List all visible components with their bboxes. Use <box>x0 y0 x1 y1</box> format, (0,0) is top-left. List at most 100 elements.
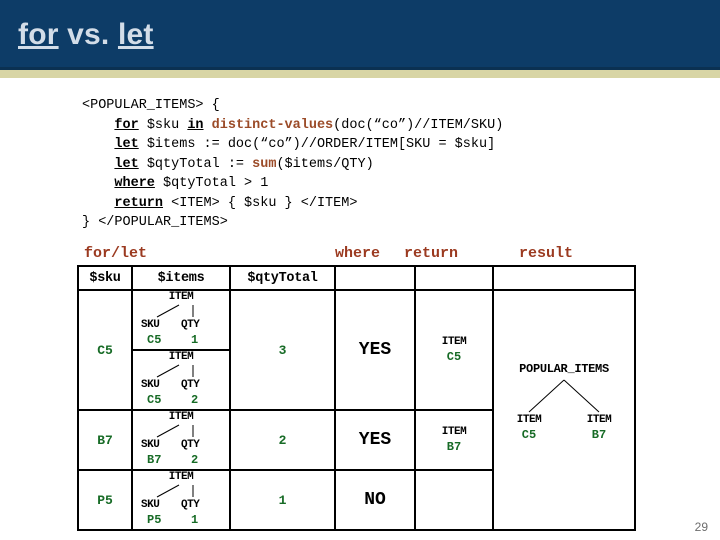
title-part-0: for <box>18 18 59 51</box>
code-text: } </POPULAR_ITEMS> <box>82 215 228 230</box>
tree-child-label-qty: QTY <box>181 379 200 391</box>
tree-child-value-sku: B7 <box>147 453 162 467</box>
code-line: return <ITEM> { $sku } </ITEM> <box>82 194 622 214</box>
tree-child-label-sku: SKU <box>141 439 160 451</box>
tree-child-value-sku: C5 <box>147 333 162 347</box>
tree-child-value-qty: 1 <box>191 333 199 347</box>
code-text: <ITEM> { $sku } </ITEM> <box>163 195 358 211</box>
result-tree-leaf: ITEM B7 <box>576 414 622 442</box>
cell-sku: B7 <box>77 409 133 471</box>
cell-qtytotal: 1 <box>229 469 336 531</box>
page-title: for vs. let <box>18 18 154 52</box>
code-keyword: for <box>114 117 139 133</box>
code-line: let $qtyTotal := sum($items/QTY) <box>82 155 622 175</box>
cell-sku: P5 <box>77 469 133 531</box>
tree-child-value-sku: C5 <box>147 393 162 407</box>
tree-child-label-sku: SKU <box>141 319 160 331</box>
result-leaf-value: C5 <box>521 428 537 442</box>
code-line: for $sku in distinct-values(doc(“co”)//I… <box>82 116 622 136</box>
tree-child-value-qty: 2 <box>191 453 199 467</box>
tree-root-label: ITEM <box>168 411 194 423</box>
item-tree-slot: ITEM SKU QTY B7 2 <box>133 411 229 469</box>
tree-root-label: ITEM <box>168 351 194 363</box>
tree-child-label-qty: QTY <box>181 319 200 331</box>
cell-items: ITEM SKU QTY P5 1 <box>131 469 231 531</box>
code-text: $sku <box>138 117 188 133</box>
tree-child-label-qty: QTY <box>181 499 200 511</box>
page-number: 29 <box>694 520 708 534</box>
result-tree-edges <box>528 379 600 413</box>
tree-root-label: ITEM <box>168 291 194 303</box>
cell-qtytotal: 2 <box>229 409 336 471</box>
item-tree-slot: ITEM SKU QTY P5 1 <box>133 471 229 529</box>
result-leaf-value: B7 <box>591 428 607 442</box>
column-header-result <box>492 265 636 291</box>
evaluation-table: $sku $items $qtyTotal C5 ITEM SKU QTY C5 1 ITEM SK… <box>77 265 636 531</box>
column-header-qtytotal: $qtyTotal <box>229 265 336 291</box>
return-node-value: B7 <box>446 440 462 454</box>
code-text: $qtyTotal > 1 <box>154 176 269 191</box>
tree-root-label: ITEM <box>168 471 194 483</box>
item-tree: ITEM SKU QTY C5 1 <box>133 291 229 349</box>
tree-child-value-qty: 1 <box>191 513 199 527</box>
code-function: distinct-values <box>211 117 334 133</box>
return-node-name: ITEM <box>441 426 467 438</box>
result-tree-leaf: ITEM C5 <box>506 414 552 442</box>
return-node-value: C5 <box>446 350 462 364</box>
caption-where: where <box>335 245 381 262</box>
cell-return: ITEM C5 <box>414 289 494 411</box>
tree-child-value-sku: P5 <box>147 513 162 527</box>
code-keyword: in <box>187 117 204 133</box>
header-accent-band <box>0 70 720 78</box>
return-node: ITEM B7 <box>416 425 492 455</box>
caption-result: result <box>519 245 574 262</box>
code-keyword: return <box>114 195 164 211</box>
return-node: ITEM C5 <box>416 335 492 365</box>
title-part-2: let <box>117 18 154 51</box>
result-tree: POPULAR_ITEMS ITEM C5 ITEM B7 <box>494 362 634 458</box>
code-line: let $items := doc(“co”)//ORDER/ITEM[SKU … <box>82 135 622 155</box>
code-text: $items := doc(“co”)//ORDER/ITEM[SKU = $s… <box>138 137 496 152</box>
column-header-return <box>414 265 494 291</box>
result-leaf-name: ITEM <box>516 414 542 426</box>
item-tree: ITEM SKU QTY B7 2 <box>133 411 229 469</box>
cell-result: POPULAR_ITEMS ITEM C5 ITEM B7 <box>492 289 636 531</box>
tree-child-label-sku: SKU <box>141 499 160 511</box>
tree-child-label-qty: QTY <box>181 439 200 451</box>
result-leaf-name: ITEM <box>586 414 612 426</box>
return-node-name: ITEM <box>441 336 467 348</box>
caption-for-let: for/let <box>84 245 148 262</box>
cell-items: ITEM SKU QTY C5 1 ITEM SKU QTY C5 2 <box>131 289 231 411</box>
code-keyword: let <box>114 137 139 152</box>
code-line: where $qtyTotal > 1 <box>82 174 622 194</box>
tree-child-label-sku: SKU <box>141 379 160 391</box>
result-tree-root-label: POPULAR_ITEMS <box>519 362 609 376</box>
item-tree-slot: ITEM SKU QTY C5 2 <box>133 349 229 409</box>
cell-return <box>414 469 494 531</box>
item-tree-slot: ITEM SKU QTY C5 1 <box>133 291 229 349</box>
caption-return: return <box>404 245 459 262</box>
code-text: <POPULAR_ITEMS> { <box>82 98 220 113</box>
code-line: } </POPULAR_ITEMS> <box>82 213 622 233</box>
table-body: $sku $items $qtyTotal C5 ITEM SKU QTY C5 1 ITEM SK… <box>77 265 636 531</box>
code-text: $qtyTotal := <box>138 156 253 172</box>
code-keyword: where <box>114 176 155 191</box>
column-header-sku: $sku <box>77 265 133 291</box>
code-text: ($items/QTY) <box>276 156 374 172</box>
column-header-where <box>334 265 416 291</box>
cell-return: ITEM B7 <box>414 409 494 471</box>
code-line: <POPULAR_ITEMS> { <box>82 96 622 116</box>
column-header-items: $items <box>131 265 231 291</box>
xquery-code-block: <POPULAR_ITEMS> { for $sku in distinct-v… <box>82 96 622 233</box>
cell-where-result: NO <box>334 469 416 531</box>
code-function: sum <box>252 156 277 172</box>
item-tree: ITEM SKU QTY C5 2 <box>133 351 229 409</box>
table-header-row: $sku $items $qtyTotal <box>77 265 636 291</box>
code-text: (doc(“co”)//ITEM/SKU) <box>333 117 504 133</box>
